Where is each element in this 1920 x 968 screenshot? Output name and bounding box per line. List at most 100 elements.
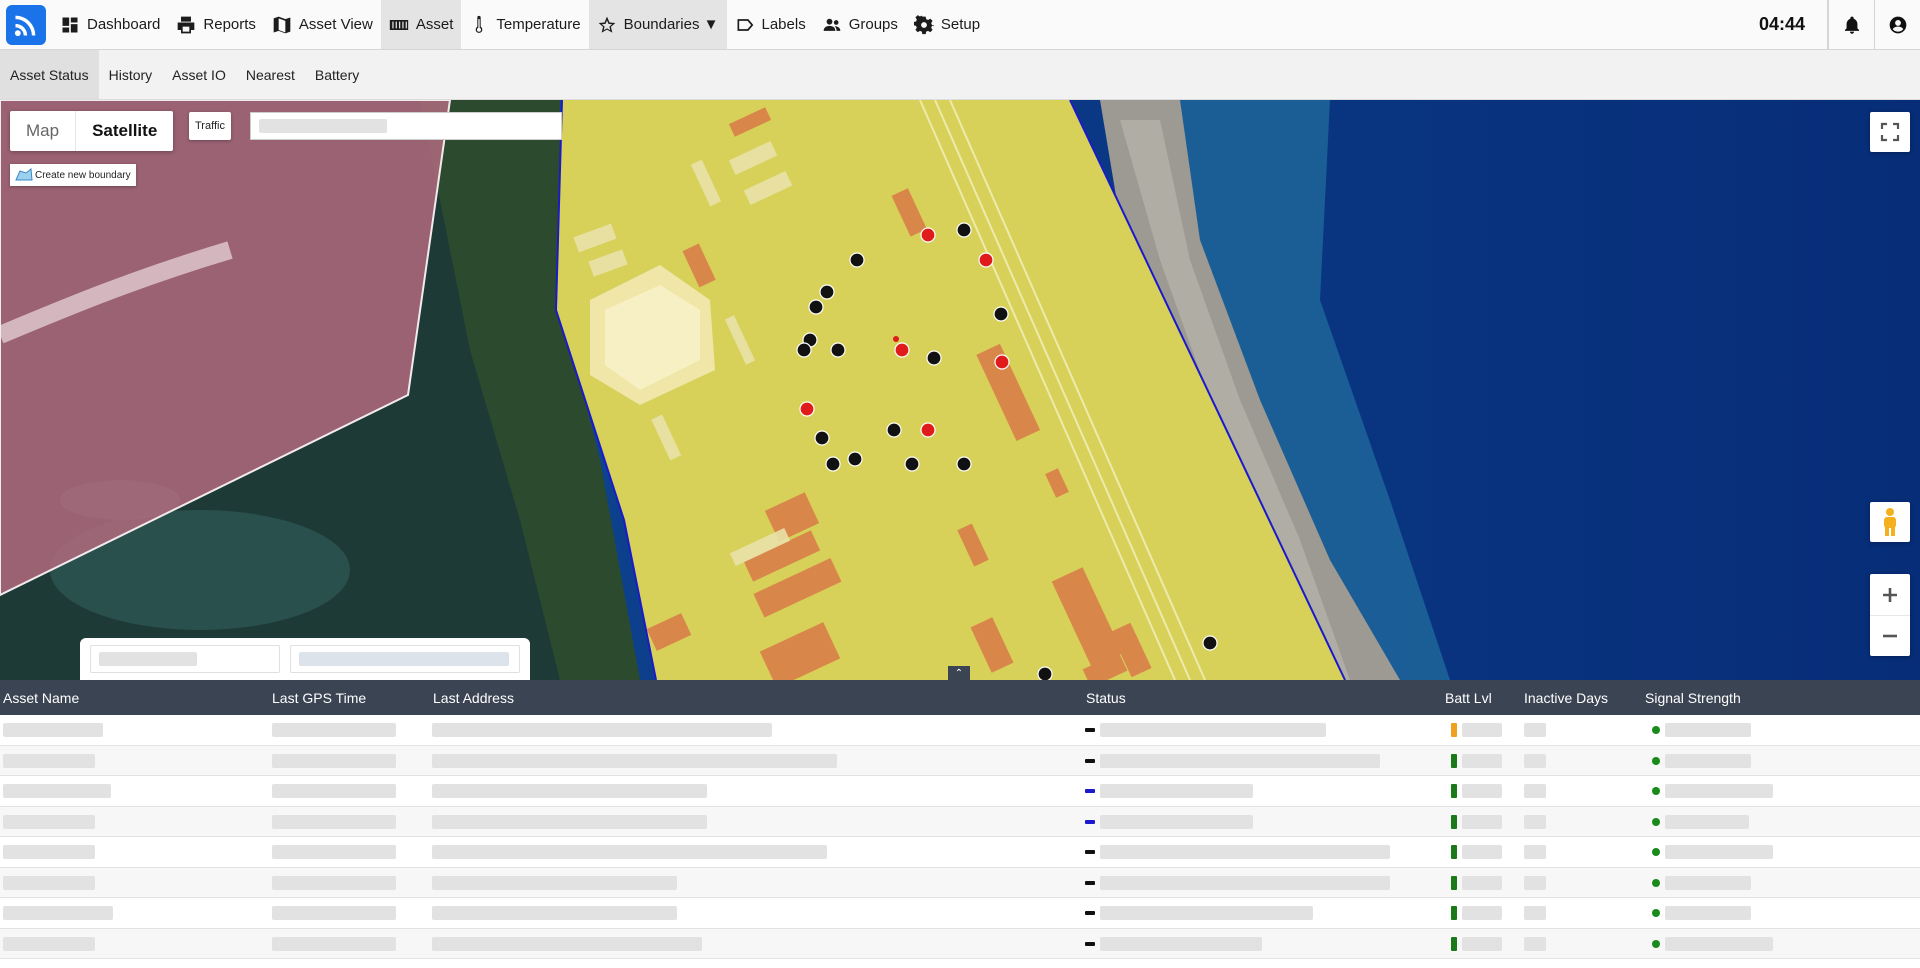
redacted-search-text xyxy=(259,119,387,133)
table-row[interactable] xyxy=(0,928,1920,959)
nav-groups[interactable]: Groups xyxy=(814,0,906,49)
traffic-toggle-button[interactable]: Traffic xyxy=(189,112,231,140)
signal-dot-icon xyxy=(1652,756,1660,765)
tab-nearest[interactable]: Nearest xyxy=(236,50,305,99)
cell-inactive-days xyxy=(1524,746,1546,776)
nav-labels[interactable]: Labels xyxy=(727,0,814,49)
map-type-satellite-button[interactable]: Satellite xyxy=(76,111,173,151)
asset-filter-input[interactable] xyxy=(90,645,280,673)
tab-history[interactable]: History xyxy=(99,50,163,99)
map-icon xyxy=(273,16,291,33)
cell-last-gps-time xyxy=(272,868,396,898)
create-boundary-button[interactable]: Create new boundary xyxy=(10,164,136,186)
app-logo[interactable] xyxy=(6,5,46,45)
battery-level-icon xyxy=(1451,875,1457,890)
status-indicator xyxy=(1085,911,1095,915)
map-type-control: Map Satellite xyxy=(10,111,174,151)
cell-last-address xyxy=(432,868,677,898)
cell-asset-name xyxy=(3,776,111,806)
table-row[interactable] xyxy=(0,745,1920,776)
col-batt-lvl[interactable]: Batt Lvl xyxy=(1445,680,1492,715)
fullscreen-button[interactable] xyxy=(1870,112,1910,152)
status-indicator xyxy=(1085,728,1095,732)
nav-setup[interactable]: Setup xyxy=(906,0,988,49)
map-view[interactable]: Map Satellite Traffic Create new boundar… xyxy=(0,100,1920,680)
cell-last-address xyxy=(432,807,707,837)
col-asset-name[interactable]: Asset Name xyxy=(3,680,79,715)
zoom-out-button[interactable] xyxy=(1870,615,1910,656)
nav-asset-view[interactable]: Asset View xyxy=(264,0,381,49)
status-indicator xyxy=(1085,850,1095,854)
redacted-filter-text xyxy=(99,652,197,666)
nav-reports[interactable]: Reports xyxy=(168,0,264,49)
cell-batt-lvl xyxy=(1451,868,1502,898)
table-row[interactable] xyxy=(0,867,1920,898)
cell-last-address xyxy=(432,715,772,745)
status-indicator xyxy=(1085,789,1095,793)
tab-asset-io[interactable]: Asset IO xyxy=(162,50,236,99)
cell-asset-name xyxy=(3,929,95,959)
top-nav: Dashboard Reports Asset View Asset Tempe… xyxy=(0,0,1920,50)
cell-last-address xyxy=(432,746,837,776)
status-indicator xyxy=(1085,819,1095,824)
nav-asset-view-label: Asset View xyxy=(298,16,373,33)
zoom-in-button[interactable] xyxy=(1870,574,1910,615)
groups-icon xyxy=(823,18,841,31)
tab-asset-status[interactable]: Asset Status xyxy=(0,50,99,99)
account-button[interactable] xyxy=(1874,0,1920,49)
map-search-input[interactable] xyxy=(250,112,562,140)
cell-signal-strength xyxy=(1652,837,1773,867)
asset-filter-panel xyxy=(80,638,530,680)
cell-asset-name xyxy=(3,868,95,898)
battery-level-icon xyxy=(1451,845,1457,859)
table-header: Asset Name Last GPS Time Last Address St… xyxy=(0,680,1920,715)
battery-level-icon xyxy=(1451,906,1457,920)
nav-temperature[interactable]: Temperature xyxy=(461,0,588,49)
notifications-button[interactable] xyxy=(1828,0,1874,49)
table-row[interactable] xyxy=(0,837,1920,868)
printer-icon xyxy=(178,16,195,33)
collapse-map-button[interactable]: ⌃ xyxy=(948,666,970,680)
street-view-pegman[interactable] xyxy=(1870,502,1910,542)
nav-asset[interactable]: Asset xyxy=(380,0,462,49)
col-status[interactable]: Status xyxy=(1086,680,1126,715)
cell-last-gps-time xyxy=(272,715,396,745)
cell-status xyxy=(1085,868,1390,898)
col-signal-strength[interactable]: Signal Strength xyxy=(1645,680,1741,715)
cell-inactive-days xyxy=(1524,715,1546,745)
redacted-group-text xyxy=(299,652,509,666)
nav-dashboard[interactable]: Dashboard xyxy=(52,0,168,49)
col-last-gps-time[interactable]: Last GPS Time xyxy=(272,680,366,715)
cell-signal-strength xyxy=(1652,807,1749,837)
battery-level-icon xyxy=(1451,753,1457,768)
tab-battery[interactable]: Battery xyxy=(305,50,369,99)
battery-level-icon xyxy=(1451,814,1457,829)
table-body xyxy=(0,715,1920,959)
cell-asset-name xyxy=(3,837,95,867)
table-row[interactable] xyxy=(0,776,1920,807)
cell-batt-lvl xyxy=(1451,807,1502,837)
sub-tabs: Asset Status History Asset IO Nearest Ba… xyxy=(0,50,1920,100)
cell-signal-strength xyxy=(1652,868,1751,898)
nav-groups-label: Groups xyxy=(848,16,898,33)
table-row[interactable] xyxy=(0,715,1920,746)
label-icon xyxy=(737,18,753,31)
cell-signal-strength xyxy=(1652,776,1773,806)
cell-signal-strength xyxy=(1652,715,1751,745)
battery-level-icon xyxy=(1451,784,1457,798)
satellite-imagery[interactable] xyxy=(0,100,1920,680)
col-last-address[interactable]: Last Address xyxy=(433,680,514,715)
container-icon xyxy=(389,19,409,30)
nav-setup-label: Setup xyxy=(940,16,981,33)
signal-dot-icon xyxy=(1652,909,1660,917)
nav-boundaries[interactable]: Boundaries ▼ xyxy=(588,0,727,49)
map-type-map-button[interactable]: Map xyxy=(10,111,77,151)
table-row[interactable] xyxy=(0,806,1920,837)
cell-inactive-days xyxy=(1524,837,1546,867)
col-inactive-days[interactable]: Inactive Days xyxy=(1524,680,1608,715)
table-row[interactable] xyxy=(0,898,1920,929)
clock: 04:44 xyxy=(1737,0,1828,49)
asset-group-select[interactable] xyxy=(290,645,520,673)
zoom-control xyxy=(1870,574,1910,656)
